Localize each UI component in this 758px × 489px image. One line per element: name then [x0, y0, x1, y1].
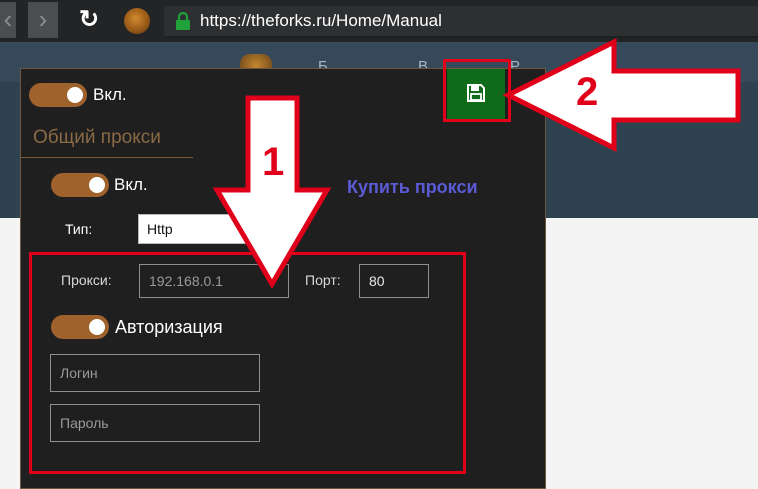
annotation-arrow-down [212, 95, 332, 289]
annotation-arrows [212, 37, 741, 289]
annotation-number-1: 1 [262, 140, 285, 184]
annotation-arrow-left [502, 37, 741, 153]
annotation-number-2: 2 [576, 70, 599, 114]
